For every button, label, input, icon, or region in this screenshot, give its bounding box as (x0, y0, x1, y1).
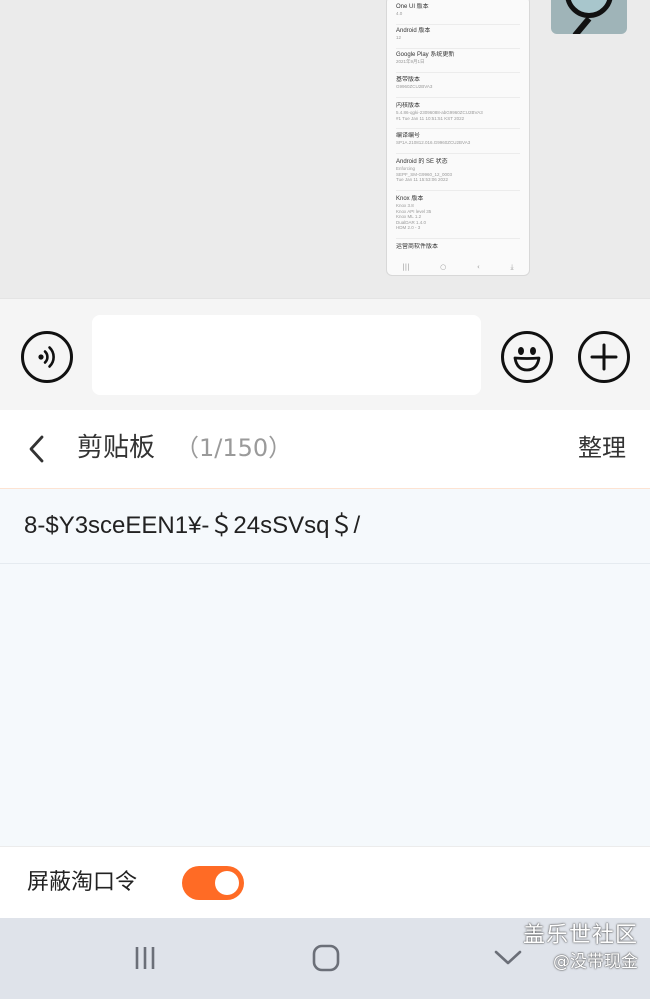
screenshot-row-sub: G9960ZCU2BVA3 (396, 84, 433, 89)
clipboard-footer: 屏蔽淘口令 (0, 846, 650, 918)
screenshot-row-title: Android 的 SE 状态 (396, 159, 448, 165)
system-navbar: 盖乐世社区 @没带现金 (0, 918, 650, 999)
screenshot-row: 内核版本 5.4.86-qgki-23096088-abG9960ZCU2BVA… (396, 102, 520, 129)
screenshot-row: Android 的 SE 状态 Enforcing SEPF_SM-G9960_… (396, 158, 520, 191)
clipboard-list: 8-$Y3sceEEN1¥-＄24sSVsq＄/ (0, 488, 650, 846)
organize-button[interactable]: 整理 (578, 430, 626, 466)
chat-input-bar (0, 298, 650, 410)
screenshot-row-title: Android 版本 (396, 28, 431, 34)
screenshot-navbar: ||| ○ ‹ ⤓ (387, 259, 529, 275)
screenshot-row-sub: SP1A.210812.016.G9960ZCU2BVA3 (396, 140, 471, 145)
message-input[interactable] (92, 315, 481, 395)
clipboard-title: 剪贴板 (77, 433, 156, 463)
screenshot-row-sub: Knox 3.8 Knox API level 35 Knox ML 1.2 D… (396, 203, 432, 230)
clipboard-header: 剪贴板 （1/150） 整理 (0, 410, 650, 488)
screenshot-row-title: 基带版本 (396, 77, 421, 83)
screenshot-row: Knox 版本 Knox 3.8 Knox API level 35 Knox … (396, 195, 520, 239)
screenshot-row-sub: 4.0 (396, 11, 403, 16)
clipboard-item-text: 8-$Y3sceEEN1¥-＄24sSVsq＄/ (24, 512, 361, 539)
recent-apps-icon (135, 947, 155, 969)
avatar[interactable] (551, 0, 627, 34)
home-button[interactable] (306, 938, 346, 978)
voice-input-button[interactable] (21, 331, 73, 383)
magnifier-icon (565, 0, 613, 18)
plus-icon (590, 343, 618, 371)
more-options-button[interactable] (578, 331, 630, 383)
screenshot-row-title: 编译编号 (396, 133, 421, 139)
emoji-icon (513, 347, 541, 372)
shared-screenshot-image[interactable]: One UI 版本 4.0 Android 版本 12 Google Play … (386, 0, 530, 276)
watermark-author: @没带现金 (553, 952, 638, 972)
emoji-button[interactable] (501, 331, 553, 383)
clipboard-item[interactable]: 8-$Y3sceEEN1¥-＄24sSVsq＄/ (0, 489, 650, 564)
screenshot-row-sub: Enforcing SEPF_SM-G9960_12_0003 Tue Jan … (396, 166, 453, 182)
screenshot-row-title: Knox 版本 (396, 196, 424, 202)
home-icon (312, 944, 340, 972)
screenshot-row: Android 版本 12 (396, 27, 520, 49)
watermark: 盖乐世社区 @没带现金 (523, 922, 638, 974)
watermark-site: 盖乐世社区 (522, 923, 638, 948)
recent-apps-icon: ||| (402, 263, 410, 271)
block-taobao-code-label: 屏蔽淘口令 (27, 870, 138, 895)
screenshot-row: 编译编号 SP1A.210812.016.G9960ZCU2BVA3 (396, 132, 520, 154)
screenshot-row-title: 内核版本 (396, 103, 421, 109)
screenshot-row-title: One UI 版本 (396, 4, 429, 10)
screenshot-row: 运营商软件版本 (396, 243, 520, 257)
home-icon: ○ (440, 263, 447, 271)
voice-icon (38, 346, 55, 368)
chevron-left-icon (29, 435, 44, 463)
screenshot-row-title: 运营商软件版本 (396, 244, 439, 250)
chat-area: One UI 版本 4.0 Android 版本 12 Google Play … (0, 0, 650, 298)
block-taobao-code-toggle[interactable] (182, 866, 244, 900)
toggle-knob (215, 871, 239, 895)
screenshot-row: One UI 版本 4.0 (396, 3, 520, 25)
recent-apps-button[interactable] (125, 938, 165, 978)
screenshot-row: Google Play 系统更新 2021年9月1日 (396, 51, 520, 73)
screenshot-row-title: Google Play 系统更新 (396, 52, 455, 58)
clipboard-count: （1/150） (175, 434, 293, 462)
page: One UI 版本 4.0 Android 版本 12 Google Play … (0, 0, 650, 999)
back-icon: ‹ (476, 263, 480, 271)
screenshot-row: 基带版本 G9960ZCU2BVA3 (396, 76, 520, 98)
back-button[interactable] (22, 432, 52, 466)
screenshot-row-sub: 5.4.86-qgki-23096088-abG9960ZCU2BVA3 #1 … (396, 110, 483, 121)
download-icon: ⤓ (510, 262, 514, 271)
screenshot-row-sub: 12 (396, 35, 402, 40)
chevron-down-icon (494, 950, 522, 965)
screenshot-row-sub: 2021年9月1日 (396, 59, 425, 64)
